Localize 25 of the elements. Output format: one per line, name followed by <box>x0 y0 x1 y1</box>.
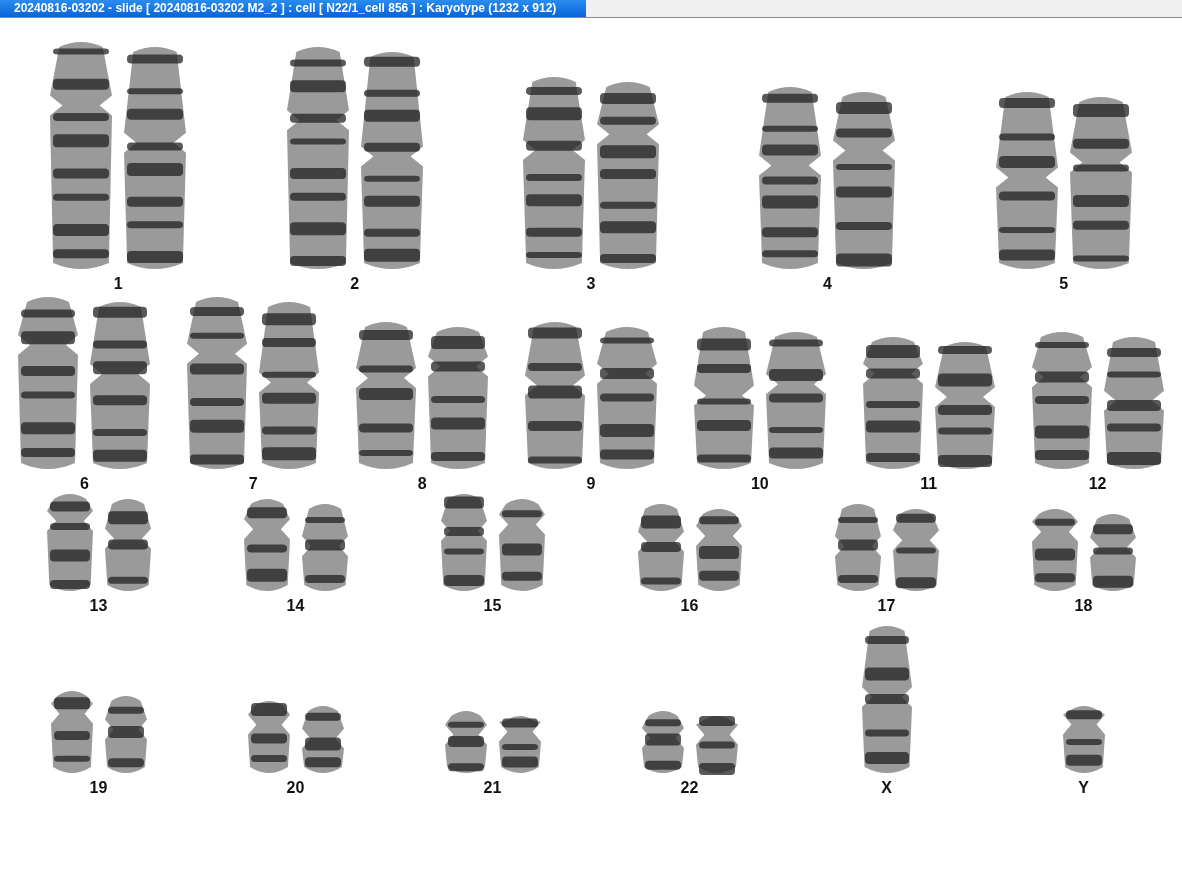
chromosome-label: 16 <box>680 597 699 615</box>
chromosome-label: 21 <box>483 779 502 797</box>
chromosome-label: 1 <box>113 275 123 293</box>
chromosome-label: Y <box>1078 779 1089 797</box>
chromosome-label: 19 <box>89 779 108 797</box>
chromosome-label: 18 <box>1074 597 1093 615</box>
chromosome-label: 6 <box>79 475 89 493</box>
chromosome-label: 9 <box>586 475 596 493</box>
chromosome-label: 10 <box>750 475 769 493</box>
chromosome-label: 22 <box>680 779 699 797</box>
chromosome-label: 7 <box>248 475 258 493</box>
chromosome-label: 11 <box>920 475 938 493</box>
chromosome-label: 14 <box>286 597 305 615</box>
chromosome-label: 20 <box>286 779 305 797</box>
chromosome-label: 5 <box>1059 275 1069 293</box>
chromosome-label: 2 <box>350 275 360 293</box>
chromosome-label: 8 <box>417 475 427 493</box>
chromosome-label: X <box>881 779 892 797</box>
chromosome-label: 13 <box>89 597 108 615</box>
chromosome-label: 17 <box>877 597 896 615</box>
chromosome-label: 12 <box>1088 475 1107 493</box>
window-title: 20240816-03202 - slide [ 20240816-03202 M2_2 ] : cell [ N22/1_cell 856 ] : Karyotype (1232 x 912) <box>0 0 586 17</box>
chromosome-label: 3 <box>586 275 596 293</box>
chromosome-label: 15 <box>483 597 502 615</box>
chromosome-label: 4 <box>822 275 832 293</box>
